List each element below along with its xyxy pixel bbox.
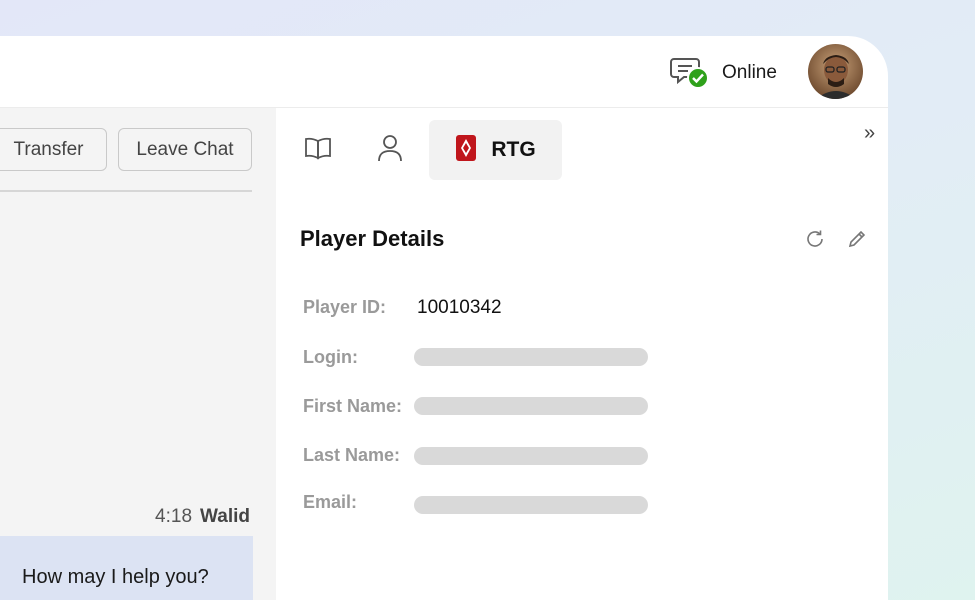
leave-chat-button[interactable]: Leave Chat [118, 128, 252, 171]
chat-actions: Transfer Leave Chat [0, 128, 252, 192]
field-value-login [414, 348, 648, 366]
online-status[interactable]: Online [670, 56, 777, 90]
message-text: How may I help you? [22, 566, 209, 588]
status-label: Online [722, 62, 777, 83]
field-value-first-name [414, 397, 648, 415]
tab-rtg-label: RTG [491, 138, 536, 161]
top-bar: Online [0, 36, 888, 108]
avatar[interactable] [808, 44, 863, 99]
section-title: Player Details [300, 226, 445, 251]
field-value-email [414, 496, 648, 514]
chat-pane: Transfer Leave Chat 4:18 Walid How may I … [0, 108, 276, 600]
field-value-player-id: 10010342 [417, 297, 502, 318]
field-label-first-name: First Name: [303, 396, 403, 416]
field-value-last-name [414, 447, 648, 465]
field-label-login: Login: [303, 347, 358, 367]
chat-status-icon [670, 56, 710, 90]
app-window: Online Transfer Leave Chat 4:18 Walid Ho… [0, 36, 888, 600]
expand-panel-icon[interactable]: » [864, 122, 875, 145]
tab-rtg[interactable]: RTG [429, 120, 562, 180]
field-label-player-id: Player ID: [303, 297, 387, 317]
book-icon [303, 136, 333, 165]
player-panel: RTG » Player Details Player ID: 10010342… [276, 108, 888, 600]
edit-icon[interactable] [846, 228, 868, 250]
message-time: 4:18 [155, 506, 193, 527]
transfer-button[interactable]: Transfer [0, 128, 107, 171]
tab-contact[interactable] [368, 120, 412, 180]
tab-knowledge-base[interactable] [296, 120, 340, 180]
message-author: Walid [200, 506, 250, 527]
refresh-icon[interactable] [804, 228, 826, 250]
field-label-last-name: Last Name: [303, 445, 401, 465]
field-label-email: Email: [303, 492, 358, 512]
message-meta: 4:18 Walid [0, 506, 250, 528]
person-icon [377, 133, 403, 168]
message-bubble: How may I help you? [0, 536, 253, 600]
rtg-logo-icon [455, 134, 477, 167]
